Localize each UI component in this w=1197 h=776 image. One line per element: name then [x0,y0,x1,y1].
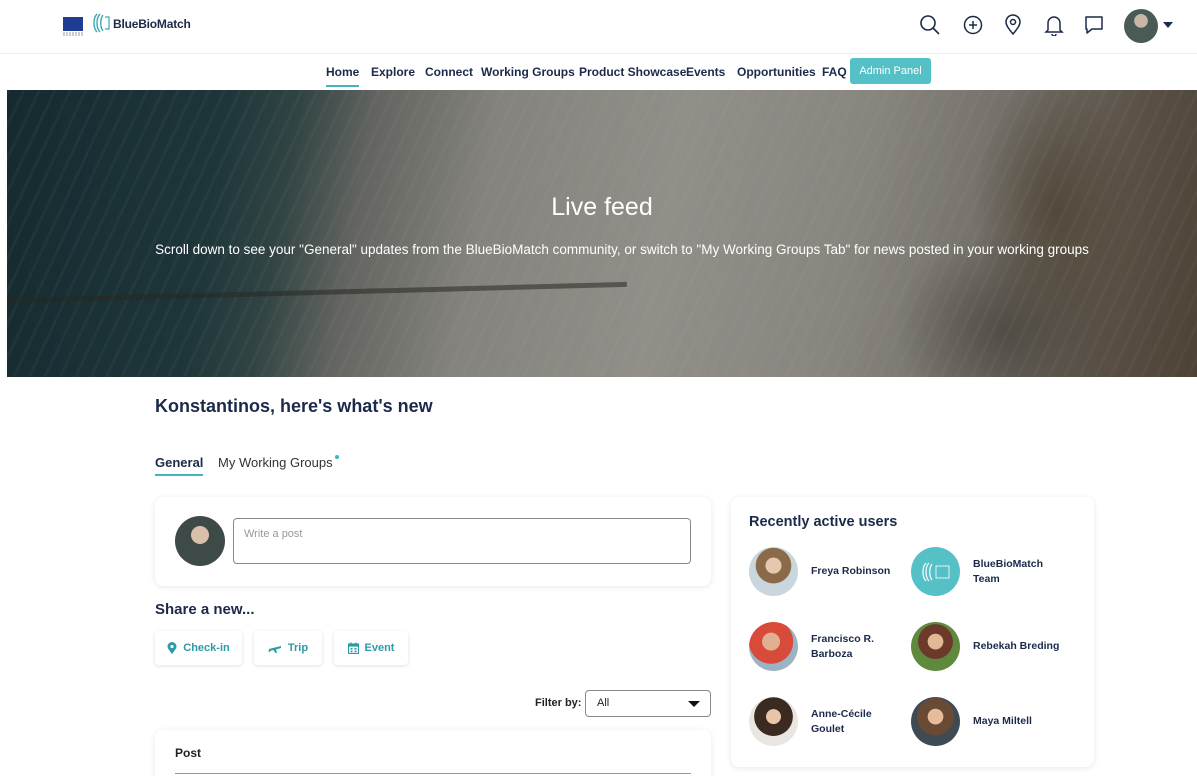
recently-active-users-card: Recently active users Freya Robinson Blu… [731,497,1094,767]
user-item[interactable]: Anne-Cécile Goulet [749,697,906,746]
chevron-down-icon[interactable] [1163,22,1173,28]
nav-product-showcase[interactable]: Product Showcase [579,65,686,79]
nav-connect[interactable]: Connect [425,65,473,79]
search-icon[interactable] [918,13,942,37]
user-avatar[interactable] [1124,9,1158,43]
calendar-icon [347,642,359,654]
event-label: Event [364,642,395,654]
avatar [911,547,960,596]
chevron-down-icon [688,701,700,707]
user-item[interactable]: Maya Miltell [911,697,1068,746]
bluebiomatch-logo-icon [921,562,949,581]
post-input[interactable]: Write a post [233,518,691,564]
top-bar: BlueBioMatch [0,0,1197,54]
nav-explore[interactable]: Explore [371,65,415,79]
logo-text[interactable]: BlueBioMatch [113,17,191,31]
nav-faq[interactable]: FAQ [822,65,847,79]
tab-my-working-groups[interactable]: My Working Groups [218,455,339,470]
hero-title: Live feed [551,193,653,221]
nav-opportunities[interactable]: Opportunities [737,65,816,79]
main-nav: Home Explore Connect Working Groups Prod… [0,54,1197,90]
user-name: Maya Miltell [973,715,1032,727]
nav-working-groups[interactable]: Working Groups [481,65,575,79]
plus-circle-icon[interactable] [961,13,985,37]
users-title: Recently active users [749,514,898,530]
location-pin-icon[interactable] [1001,13,1025,37]
tab-general[interactable]: General [155,455,204,476]
user-name: Rebekah Breding [973,640,1060,652]
user-item[interactable]: Freya Robinson [749,547,906,596]
user-name: BlueBioMatch Team [973,557,1044,585]
avatar [749,622,798,671]
nav-home[interactable]: Home [326,65,360,87]
avatar [749,697,798,746]
check-in-button[interactable]: Check-in [155,631,242,665]
hero-decoration [7,281,627,304]
user-name: Freya Robinson [811,565,891,577]
divider [175,773,691,774]
bell-icon[interactable] [1042,13,1066,37]
user-item[interactable]: Francisco R. Barboza [749,622,906,671]
new-indicator-dot [334,455,339,459]
page-greeting: Konstantinos, here's what's new [155,396,433,416]
avatar [911,622,960,671]
avatar [749,547,798,596]
feed-post-card: Post [155,730,711,776]
event-button[interactable]: Event [334,631,408,665]
nav-events[interactable]: Events [686,65,725,79]
hero-subtitle: Scroll down to see your "General" update… [155,242,1089,257]
plane-icon [268,646,281,653]
filter-label: Filter by: [535,697,582,709]
trip-label: Trip [287,642,309,654]
bluebiomatch-logo-icon[interactable] [91,12,111,34]
post-composer: Write a post [155,497,711,586]
chat-icon[interactable] [1082,13,1106,37]
user-item[interactable]: Rebekah Breding [911,622,1068,671]
hero-banner: Live feed Scroll down to see your "Gener… [7,90,1197,377]
trip-button[interactable]: Trip [254,631,322,665]
user-item[interactable]: BlueBioMatch Team [911,547,1068,596]
check-in-label: Check-in [183,642,230,654]
map-marker-icon [167,642,177,654]
user-name: Francisco R. Barboza [811,632,875,660]
admin-panel-button[interactable]: Admin Panel [850,58,931,84]
tab-label: My Working Groups [218,455,333,470]
eu-flag-logo [63,17,83,36]
avatar [175,516,225,566]
filter-select[interactable]: All [585,690,711,717]
avatar [911,697,960,746]
filter-value: All [597,697,610,709]
share-title: Share a new... [155,601,255,618]
user-name: Anne-Cécile Goulet [811,707,872,735]
feed-post-label: Post [175,746,202,760]
